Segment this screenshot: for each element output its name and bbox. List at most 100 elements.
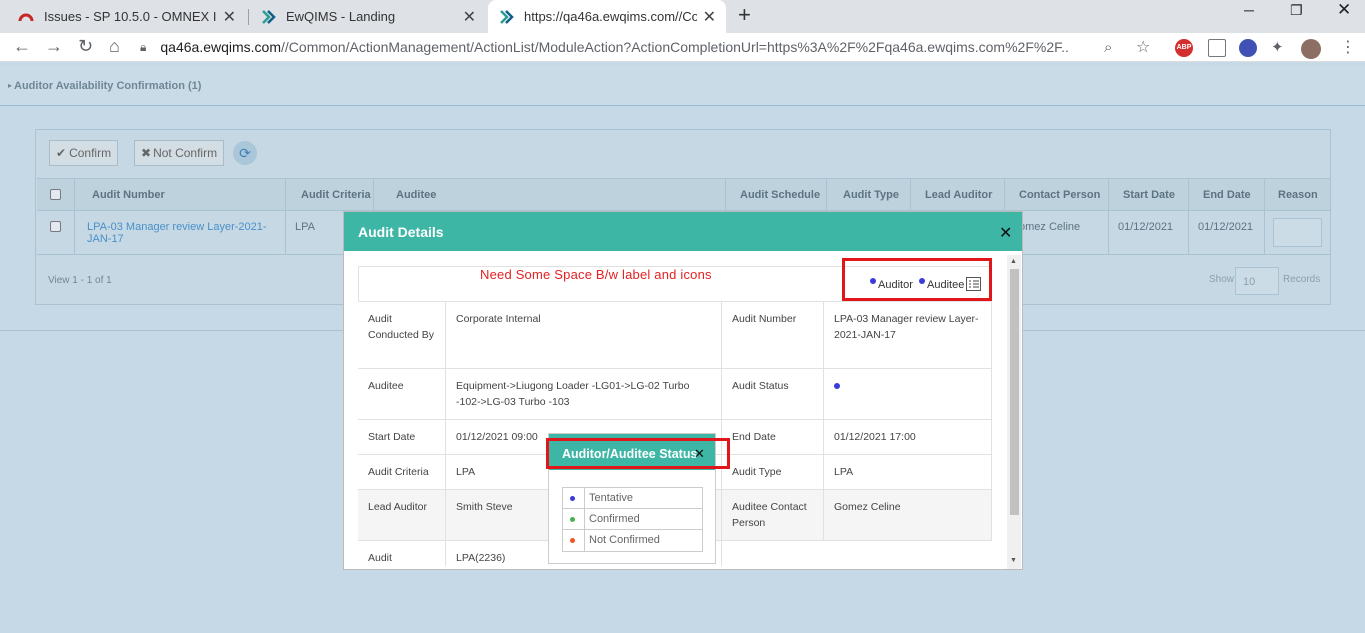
- status-legend-table: Tentative Confirmed Not Confirmed: [562, 487, 703, 552]
- status-label: Not Confirmed: [589, 534, 660, 546]
- detail-row: Auditee Equipment->Liugong Loader -LG01-…: [358, 369, 992, 420]
- extension-orb-icon[interactable]: [1239, 39, 1257, 57]
- auditee-label: Auditee: [358, 369, 446, 419]
- select-all-checkbox[interactable]: [37, 179, 75, 210]
- view-info: View 1 - 1 of 1: [48, 275, 112, 286]
- profile-avatar[interactable]: [1301, 39, 1321, 59]
- annotation-text: Need Some Space B/w label and icons: [480, 267, 712, 282]
- audit-label: Audit: [358, 541, 446, 566]
- status-row-confirmed: Confirmed: [563, 509, 702, 530]
- conducted-by-value: Corporate Internal: [446, 302, 722, 368]
- restore-icon[interactable]: ❐: [1290, 2, 1303, 19]
- tab-issues[interactable]: Issues - SP 10.5.0 - OMNEX ISSUE ✕: [8, 0, 246, 33]
- close-window-icon[interactable]: ✕: [1337, 0, 1351, 20]
- x-icon: ✖: [141, 146, 152, 160]
- col-lead-auditor[interactable]: Lead Auditor: [911, 179, 1005, 210]
- col-auditee[interactable]: Auditee: [374, 179, 726, 210]
- col-audit-number[interactable]: Audit Number: [75, 179, 286, 210]
- reason-cell: [1265, 211, 1330, 254]
- adblock-extension-icon[interactable]: ABP: [1175, 39, 1193, 57]
- annotation-box-popup-title: [546, 438, 730, 469]
- address-bar[interactable]: 🔒︎ qa46a.ewqims.com//Common/ActionManage…: [140, 35, 1163, 59]
- col-audit-type[interactable]: Audit Type: [827, 179, 911, 210]
- col-start-date[interactable]: Start Date: [1109, 179, 1189, 210]
- bookmark-star-icon[interactable]: ☆: [1136, 37, 1150, 57]
- scroll-thumb[interactable]: [1010, 269, 1019, 515]
- col-audit-criteria[interactable]: Audit Criteria: [286, 179, 374, 210]
- end-date-cell: 01/12/2021: [1189, 211, 1265, 254]
- col-audit-schedule[interactable]: Audit Schedule: [726, 179, 827, 210]
- tab-title: Issues - SP 10.5.0 - OMNEX ISSUE: [44, 9, 217, 24]
- zoom-search-icon[interactable]: ⌕: [1104, 39, 1112, 56]
- document-extension-icon[interactable]: [1208, 39, 1226, 57]
- status-label: Tentative: [589, 492, 634, 504]
- close-tab-icon[interactable]: ✕: [703, 7, 716, 27]
- audit-type-value: LPA: [824, 455, 992, 489]
- criteria-label: Audit Criteria: [358, 455, 446, 489]
- tab-divider: [248, 9, 249, 25]
- status-label: Confirmed: [589, 513, 640, 525]
- page-title: Auditor Availability Confirmation (1): [14, 80, 202, 92]
- end-date-value: 01/12/2021 17:00: [824, 420, 992, 454]
- ewqims-favicon-icon: [498, 9, 514, 25]
- collapse-caret-icon[interactable]: ▸: [8, 81, 12, 90]
- omnex-favicon-icon: [18, 9, 34, 25]
- check-icon: ✔: [56, 146, 67, 160]
- row-checkbox[interactable]: [37, 211, 75, 254]
- auditee-contact-label: Auditee Contact Person: [722, 490, 824, 540]
- audit-number-label: Audit Number: [722, 302, 824, 368]
- modal-scrollbar[interactable]: ▲ ▼: [1007, 255, 1021, 569]
- scroll-down-icon[interactable]: ▼: [1010, 557, 1017, 564]
- annotation-box-legend: [842, 258, 992, 301]
- detail-row: Audit Conducted By Corporate Internal Au…: [358, 302, 992, 369]
- grid-header: Audit Number Audit Criteria Auditee Audi…: [37, 178, 1330, 211]
- audit-number-link[interactable]: LPA-03 Manager review Layer-2021-JAN-17: [75, 211, 286, 254]
- auditee-value: Equipment->Liugong Loader -LG01->LG-02 T…: [446, 369, 722, 419]
- page-size-input[interactable]: 10: [1235, 267, 1279, 295]
- close-modal-icon[interactable]: ✕: [999, 223, 1012, 243]
- confirmed-dot-icon: [570, 517, 575, 522]
- browser-menu-icon[interactable]: ⋮: [1340, 37, 1356, 57]
- scroll-up-icon[interactable]: ▲: [1010, 258, 1017, 265]
- tab-ewqims-landing[interactable]: EwQIMS - Landing ✕: [250, 0, 486, 33]
- back-icon[interactable]: ←: [13, 36, 31, 57]
- col-contact-person[interactable]: Contact Person: [1005, 179, 1109, 210]
- browser-tab-bar: Issues - SP 10.5.0 - OMNEX ISSUE ✕ EwQIM…: [0, 0, 1365, 33]
- col-end-date[interactable]: End Date: [1189, 179, 1265, 210]
- col-reason[interactable]: Reason: [1265, 179, 1330, 210]
- browser-toolbar: ← → ↻ ⌂ 🔒︎ qa46a.ewqims.com//Common/Acti…: [0, 33, 1365, 62]
- tab-active-actionlist[interactable]: https://qa46a.ewqims.com//Com ✕: [488, 0, 726, 33]
- not-confirm-label: Not Confirm: [153, 146, 218, 160]
- auditee-contact-value: Gomez Celine: [824, 490, 992, 540]
- refresh-icon[interactable]: ⟳: [233, 141, 257, 165]
- home-icon[interactable]: ⌂: [109, 36, 120, 57]
- reload-icon[interactable]: ↻: [78, 36, 93, 57]
- ewqims-favicon-icon: [260, 9, 276, 25]
- close-tab-icon[interactable]: ✕: [223, 7, 236, 27]
- lock-icon: 🔒︎: [140, 39, 147, 54]
- start-date-label: Start Date: [358, 420, 446, 454]
- extensions-puzzle-icon[interactable]: ✦: [1271, 39, 1289, 57]
- tab-title: EwQIMS - Landing: [286, 9, 396, 24]
- status-dot-icon: [834, 383, 840, 390]
- reason-input[interactable]: [1273, 218, 1322, 247]
- tab-title: https://qa46a.ewqims.com//Com: [524, 9, 697, 24]
- confirm-button[interactable]: ✔ Confirm: [49, 140, 119, 166]
- end-date-label: End Date: [722, 420, 824, 454]
- close-tab-icon[interactable]: ✕: [463, 7, 476, 27]
- start-date-cell: 01/12/2021: [1109, 211, 1189, 254]
- status-row-not-confirmed: Not Confirmed: [563, 530, 702, 551]
- not-confirm-button[interactable]: ✖ Not Confirm: [134, 140, 225, 166]
- forward-icon[interactable]: →: [45, 36, 63, 57]
- new-tab-button[interactable]: +: [738, 2, 751, 28]
- modal-title: Audit Details: [358, 224, 444, 240]
- show-label: Show: [1209, 274, 1235, 285]
- minimize-icon[interactable]: ─: [1244, 2, 1254, 18]
- url-text[interactable]: qa46a.ewqims.com//Common/ActionManagemen…: [160, 39, 1070, 55]
- audit-status-label: Audit Status: [722, 369, 824, 419]
- tentative-dot-icon: [570, 496, 575, 501]
- confirm-label: Confirm: [69, 146, 112, 160]
- audit-status-value: [824, 369, 992, 419]
- status-row-tentative: Tentative: [563, 488, 702, 509]
- lead-auditor-label: Lead Auditor: [358, 490, 446, 540]
